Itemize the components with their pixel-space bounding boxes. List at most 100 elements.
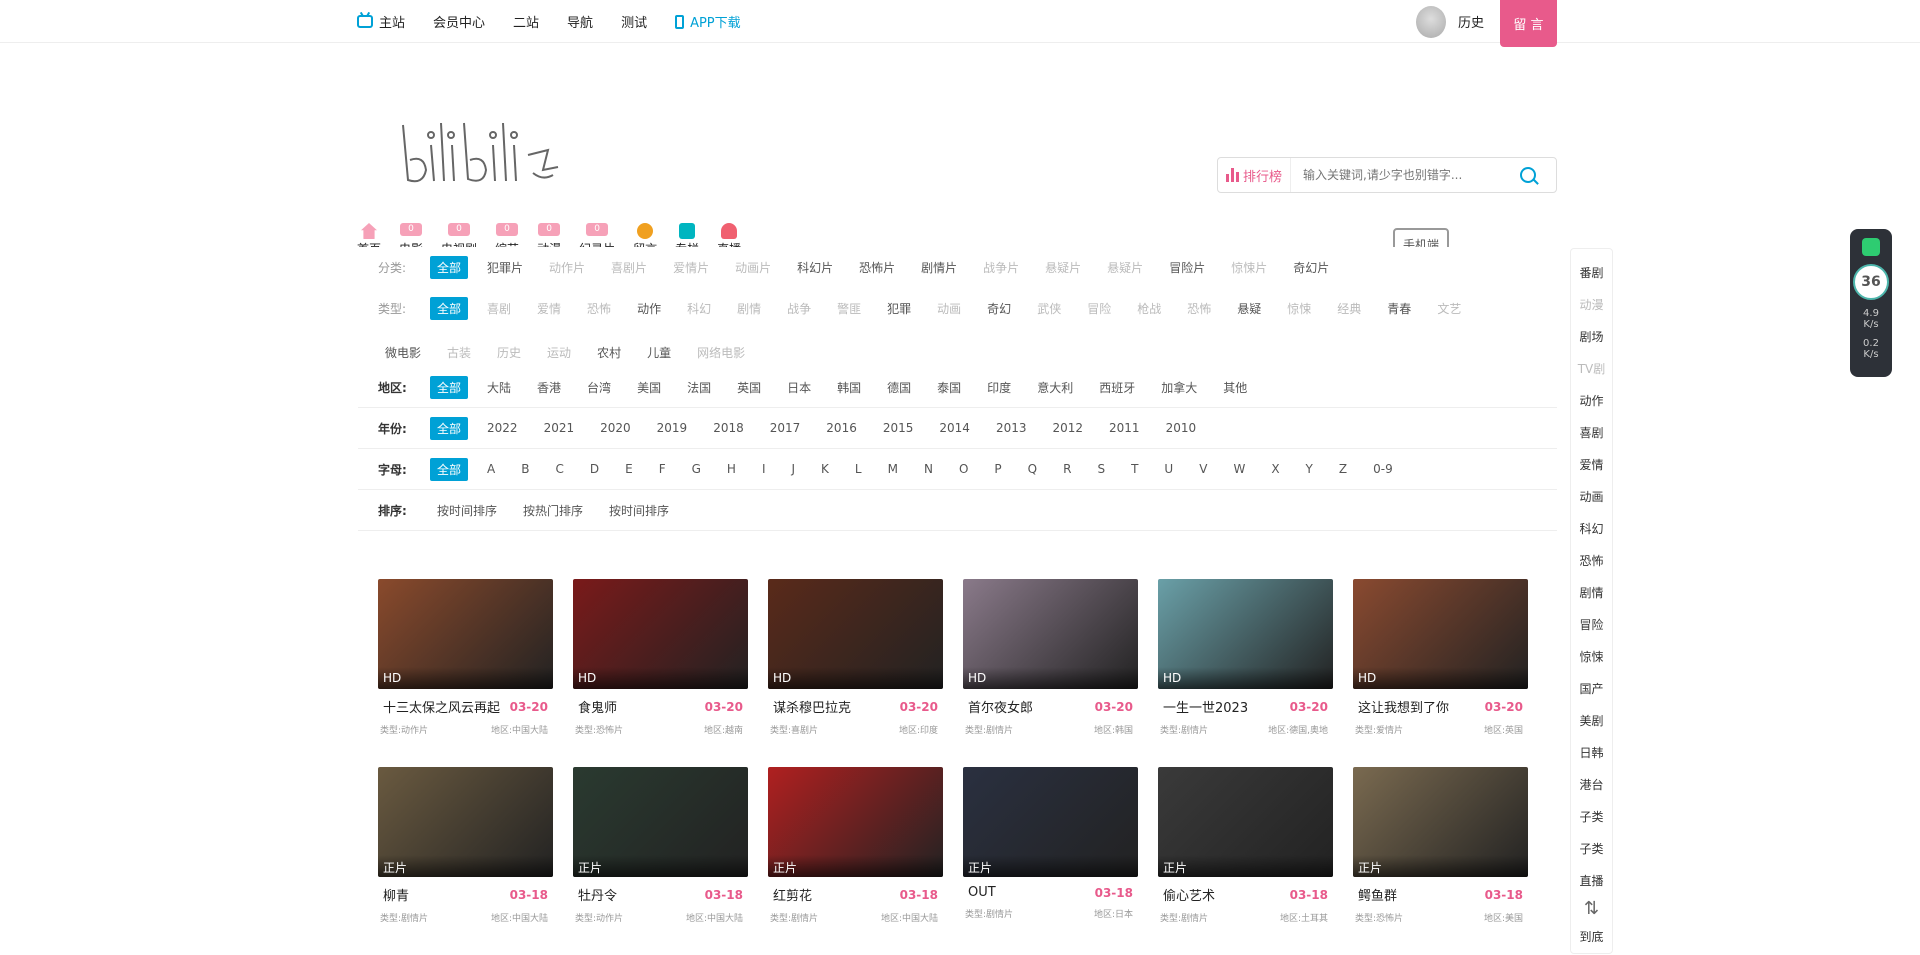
filter-tag[interactable]: 运动 <box>540 341 578 364</box>
filter-tag[interactable]: 儿童 <box>640 341 678 364</box>
filter-tag[interactable]: L <box>848 459 869 479</box>
filter-tag[interactable]: N <box>917 459 940 479</box>
filter-tag[interactable]: S <box>1090 459 1112 479</box>
filter-tag[interactable]: 2018 <box>706 418 751 438</box>
filter-tag[interactable]: 惊悚片 <box>1224 256 1274 279</box>
sidebar-item[interactable]: 到底 <box>1571 921 1612 953</box>
filter-tag[interactable]: 动画 <box>930 297 968 320</box>
filter-tag[interactable]: 冒险 <box>1080 297 1118 320</box>
filter-tag[interactable]: 0-9 <box>1366 459 1400 479</box>
sidebar-item[interactable]: 动漫 <box>1571 289 1612 321</box>
filter-tag[interactable]: 动作 <box>630 297 668 320</box>
movie-title[interactable]: 牡丹令 <box>578 885 617 904</box>
nav-main[interactable]: 主站 <box>357 12 405 31</box>
history-link[interactable]: 历史 <box>1458 12 1484 31</box>
movie-poster[interactable]: 正片 <box>1353 767 1528 877</box>
filter-tag[interactable]: 历史 <box>490 341 528 364</box>
movie-poster[interactable]: 正片 <box>768 767 943 877</box>
nav-second-site[interactable]: 二站 <box>513 12 539 31</box>
rank-button[interactable]: 排行榜 <box>1218 158 1292 192</box>
sidebar-item[interactable]: 爱情 <box>1571 449 1612 481</box>
filter-tag[interactable]: 喜剧片 <box>604 256 654 279</box>
movie-poster[interactable]: 正片 <box>573 767 748 877</box>
filter-tag[interactable]: 其他 <box>1216 376 1254 399</box>
sidebar-item[interactable]: 喜剧 <box>1571 417 1612 449</box>
filter-tag[interactable]: 恐怖片 <box>852 256 902 279</box>
filter-tag[interactable]: 喜剧 <box>480 297 518 320</box>
filter-tag[interactable]: 科幻 <box>680 297 718 320</box>
movie-poster[interactable]: 正片 <box>378 767 553 877</box>
filter-tag[interactable]: R <box>1056 459 1078 479</box>
movie-title[interactable]: 食鬼师 <box>578 697 617 716</box>
movie-title[interactable]: 鳄鱼群 <box>1358 885 1397 904</box>
filter-tag[interactable]: 奇幻片 <box>1286 256 1336 279</box>
filter-tag[interactable]: W <box>1226 459 1252 479</box>
filter-tag[interactable]: 2015 <box>876 418 921 438</box>
movie-card[interactable]: 正片 红剪花 03-18 类型:剧情片 地区:中国大陆 <box>768 767 943 955</box>
sidebar-item[interactable]: TV剧 <box>1571 353 1612 385</box>
filter-tag[interactable]: C <box>548 459 570 479</box>
filter-tag[interactable]: 法国 <box>680 376 718 399</box>
nav-guide[interactable]: 导航 <box>567 12 593 31</box>
filter-tag[interactable]: 恐怖 <box>1180 297 1218 320</box>
filter-tag[interactable]: 剧情片 <box>914 256 964 279</box>
movie-card[interactable]: 正片 OUT 03-18 类型:剧情片 地区:日本 <box>963 767 1138 955</box>
filter-tag[interactable]: 日本 <box>780 376 818 399</box>
movie-title[interactable]: OUT <box>968 885 996 900</box>
movie-card[interactable]: HD 一生一世2023 03-20 类型:剧情片 地区:德国,奥地 <box>1158 579 1333 767</box>
movie-poster[interactable]: 正片 <box>963 767 1138 877</box>
movie-poster[interactable]: HD <box>963 579 1138 689</box>
filter-tag[interactable]: 警匪 <box>830 297 868 320</box>
sidebar-item[interactable]: 子类 <box>1571 833 1612 865</box>
filter-tag[interactable]: 微电影 <box>378 341 428 364</box>
filter-tag[interactable]: 2016 <box>819 418 864 438</box>
filter-tag[interactable]: 文艺 <box>1430 297 1468 320</box>
filter-tag[interactable]: 加拿大 <box>1154 376 1204 399</box>
search-input[interactable] <box>1291 158 1520 192</box>
filter-tag[interactable]: 农村 <box>590 341 628 364</box>
movie-title[interactable]: 柳青 <box>383 885 409 904</box>
filter-tag[interactable]: I <box>755 459 773 479</box>
movie-card[interactable]: HD 这让我想到了你 03-20 类型:爱情片 地区:英国 <box>1353 579 1528 767</box>
filter-tag[interactable]: Y <box>1299 459 1320 479</box>
filter-tag[interactable]: 泰国 <box>930 376 968 399</box>
filter-tag[interactable]: 2022 <box>480 418 525 438</box>
sidebar-item[interactable]: 恐怖 <box>1571 545 1612 577</box>
filter-tag[interactable]: 全部 <box>430 255 469 279</box>
swap-icon[interactable]: ⇅ <box>1571 897 1612 921</box>
movie-card[interactable]: 正片 柳青 03-18 类型:剧情片 地区:中国大陆 <box>378 767 553 955</box>
sidebar-item[interactable]: 科幻 <box>1571 513 1612 545</box>
movie-poster[interactable]: HD <box>768 579 943 689</box>
sidebar-item[interactable]: 美剧 <box>1571 705 1612 737</box>
sidebar-item[interactable]: 国产 <box>1571 673 1612 705</box>
filter-tag[interactable]: 韩国 <box>830 376 868 399</box>
filter-tag[interactable]: 2012 <box>1045 418 1090 438</box>
movie-title[interactable]: 红剪花 <box>773 885 812 904</box>
filter-tag[interactable]: B <box>514 459 536 479</box>
filter-tag[interactable]: 香港 <box>530 376 568 399</box>
filter-tag[interactable]: 枪战 <box>1130 297 1168 320</box>
filter-tag[interactable]: 按时间排序 <box>602 499 676 522</box>
movie-title[interactable]: 这让我想到了你 <box>1358 697 1449 716</box>
filter-tag[interactable]: 犯罪片 <box>480 256 530 279</box>
filter-tag[interactable]: 2010 <box>1159 418 1204 438</box>
filter-tag[interactable]: F <box>652 459 673 479</box>
movie-card[interactable]: HD 十三太保之风云再起 03-20 类型:动作片 地区:中国大陆 <box>378 579 553 767</box>
filter-tag[interactable]: X <box>1264 459 1286 479</box>
movie-title[interactable]: 十三太保之风云再起 <box>383 697 500 716</box>
movie-title[interactable]: 首尔夜女郎 <box>968 697 1033 716</box>
filter-tag[interactable]: 意大利 <box>1030 376 1080 399</box>
sidebar-item[interactable]: 剧场 <box>1571 321 1612 353</box>
avatar[interactable] <box>1415 5 1446 38</box>
filter-tag[interactable]: E <box>618 459 640 479</box>
filter-tag[interactable]: 按热门排序 <box>516 499 590 522</box>
filter-tag[interactable]: 动画片 <box>728 256 778 279</box>
sidebar-item[interactable]: 剧情 <box>1571 577 1612 609</box>
movie-title[interactable]: 一生一世2023 <box>1163 697 1248 716</box>
movie-card[interactable]: 正片 牡丹令 03-18 类型:动作片 地区:中国大陆 <box>573 767 748 955</box>
nav-vip[interactable]: 会员中心 <box>433 12 485 31</box>
movie-poster[interactable]: HD <box>1353 579 1528 689</box>
filter-tag[interactable]: 2019 <box>650 418 695 438</box>
filter-tag[interactable]: 战争片 <box>976 256 1026 279</box>
filter-tag[interactable]: M <box>881 459 905 479</box>
